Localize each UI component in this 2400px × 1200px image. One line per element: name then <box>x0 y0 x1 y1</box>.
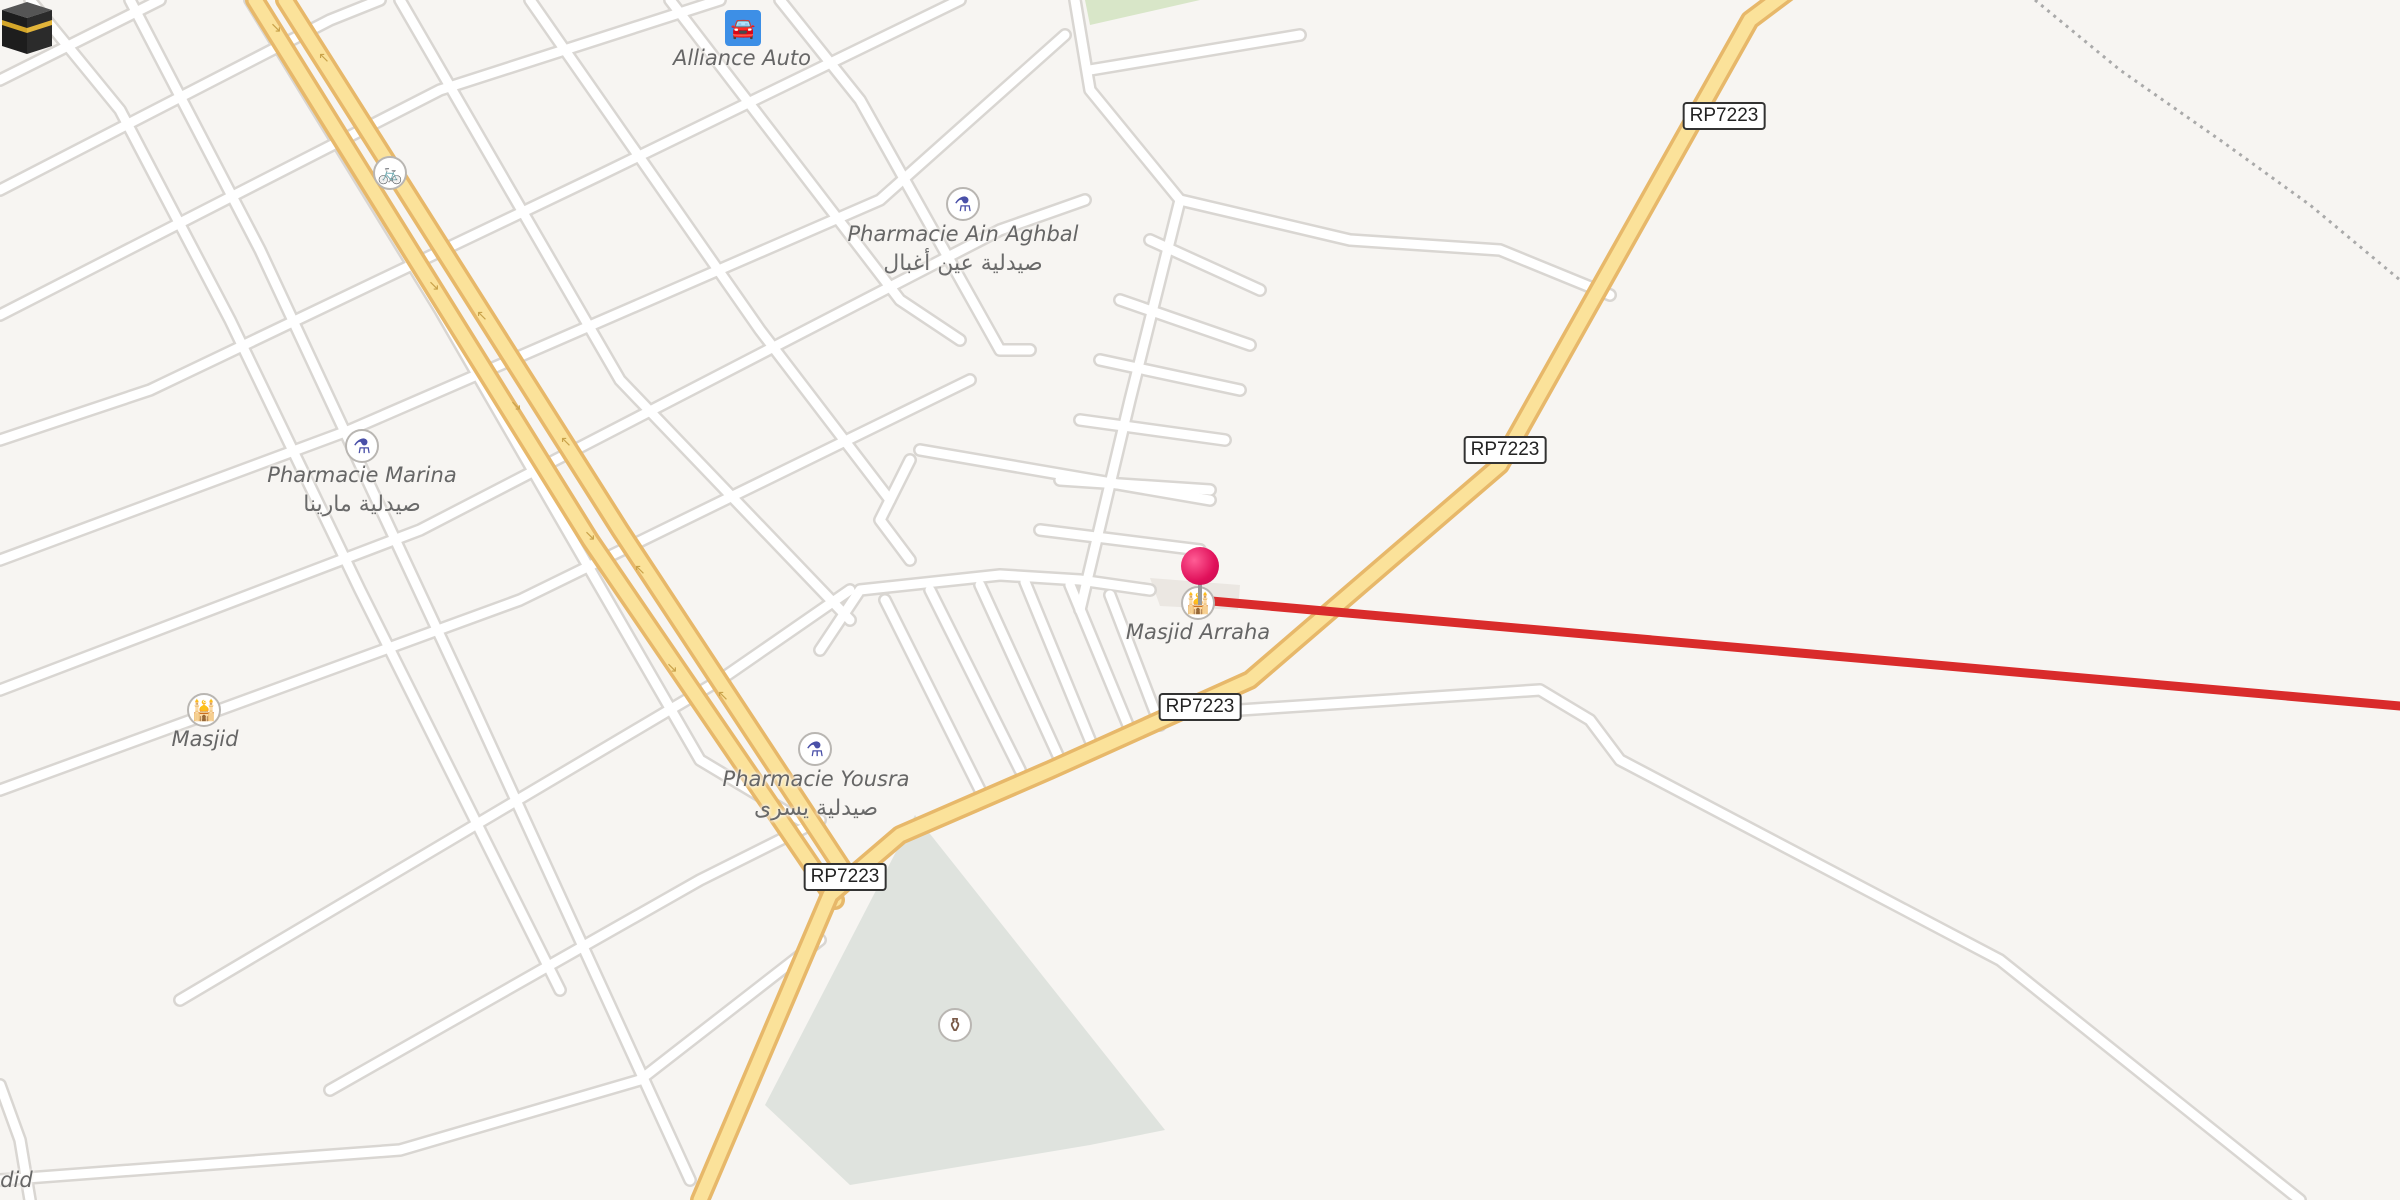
poi-label-text: Pharmacie Marina <box>267 463 457 487</box>
svg-text:↘: ↘ <box>666 660 678 676</box>
car-icon[interactable]: 🚘 <box>725 10 761 46</box>
route-line <box>1195 595 2400 711</box>
road-ref-shield: RP7223 <box>1463 436 1547 464</box>
minor-road-casings <box>0 0 2307 1200</box>
svg-text:↘: ↘ <box>510 398 522 414</box>
bicycle-icon[interactable]: 🚲 <box>373 156 407 190</box>
poi-label-pharmacie-marina: Pharmacie Marina صيدلية مارينا <box>267 460 456 520</box>
road-ref-shield: RP7223 <box>803 863 887 891</box>
poi-label-alliance-auto: Alliance Auto <box>673 43 811 73</box>
road-ref-shield: RP7223 <box>1682 102 1766 130</box>
minor-roads <box>0 0 2305 1200</box>
poi-label-arabic: صيدلية يسرى <box>753 796 879 821</box>
pharmacy-icon[interactable]: ⚗ <box>946 187 980 221</box>
svg-text:↖: ↖ <box>717 688 729 704</box>
pharmacy-icon[interactable]: ⚗ <box>798 732 832 766</box>
poi-label-pharmacie-ain-aghbal: Pharmacie Ain Aghbal صيدلية عين أغبال <box>848 219 1079 279</box>
svg-text:↘: ↘ <box>270 20 282 36</box>
poi-label-text: Alliance Auto <box>673 46 811 70</box>
kaaba-icon[interactable] <box>0 0 54 56</box>
poi-label-masjid: Masjid <box>172 724 239 754</box>
poi-label-pharmacie-yousra: Pharmacie Yousra صيدلية يسرى <box>723 764 910 824</box>
poi-label-arabic: صيدلية مارينا <box>303 492 421 517</box>
place-of-worship-icon[interactable]: 🕌 <box>187 693 221 727</box>
svg-text:↖: ↖ <box>634 562 646 578</box>
svg-text:↖: ↖ <box>318 50 330 66</box>
cemetery-icon[interactable]: ⚱ <box>938 1008 972 1042</box>
poi-label-masjid-arraha: Masjid Arraha <box>1126 617 1270 647</box>
svg-text:↖: ↖ <box>560 434 572 450</box>
svg-text:↘: ↘ <box>584 528 596 544</box>
svg-text:↘: ↘ <box>428 278 440 294</box>
svg-text:↖: ↖ <box>476 308 488 324</box>
pharmacy-icon[interactable]: ⚗ <box>345 429 379 463</box>
poi-label-edge: adid <box>0 1165 33 1195</box>
poi-label-text: Pharmacie Yousra <box>722 767 910 791</box>
poi-label-text: adid <box>0 1168 33 1192</box>
poi-label-text: Masjid <box>171 727 239 751</box>
grass-patch <box>1085 0 1200 25</box>
poi-label-text: Pharmacie Ain Aghbal <box>847 222 1079 246</box>
map-pin-icon[interactable] <box>1181 547 1219 607</box>
map-canvas[interactable]: ↘↖ ↘↖ ↘↖ ↘↖ ↘↖ 🚘 🚲 ⚗ ⚗ 🕌 🕌 ⚗ ⚱ Alliance … <box>0 0 2400 1200</box>
poi-label-arabic: صيدلية عين أغبال <box>883 251 1043 276</box>
poi-label-text: Masjid Arraha <box>1125 620 1271 644</box>
road-ref-shield: RP7223 <box>1158 693 1242 721</box>
map-pin-head <box>1181 547 1219 585</box>
map-pin-needle <box>1198 583 1202 605</box>
boundary-line <box>2034 0 2400 282</box>
